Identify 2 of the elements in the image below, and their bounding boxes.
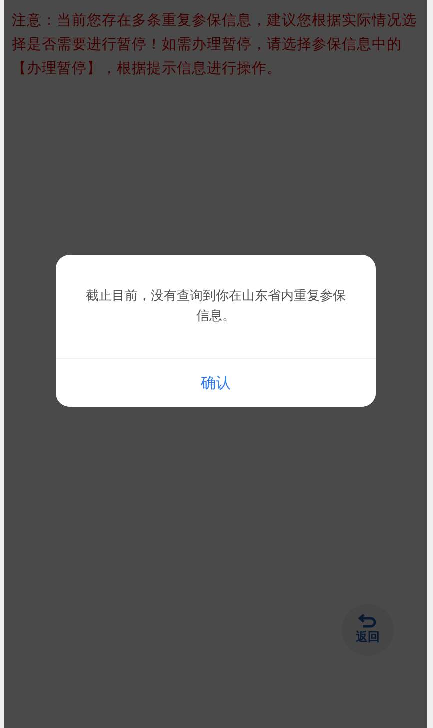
back-label: 返回 [356, 629, 380, 646]
notice-text: 注意：当前您存在多条重复参保信息，建议您根据实际情况选择是否需要进行暂停！如需办理暂停，请选择参保信息中的【办理暂停】，根据提示信息进行操作。 [11, 12, 418, 79]
